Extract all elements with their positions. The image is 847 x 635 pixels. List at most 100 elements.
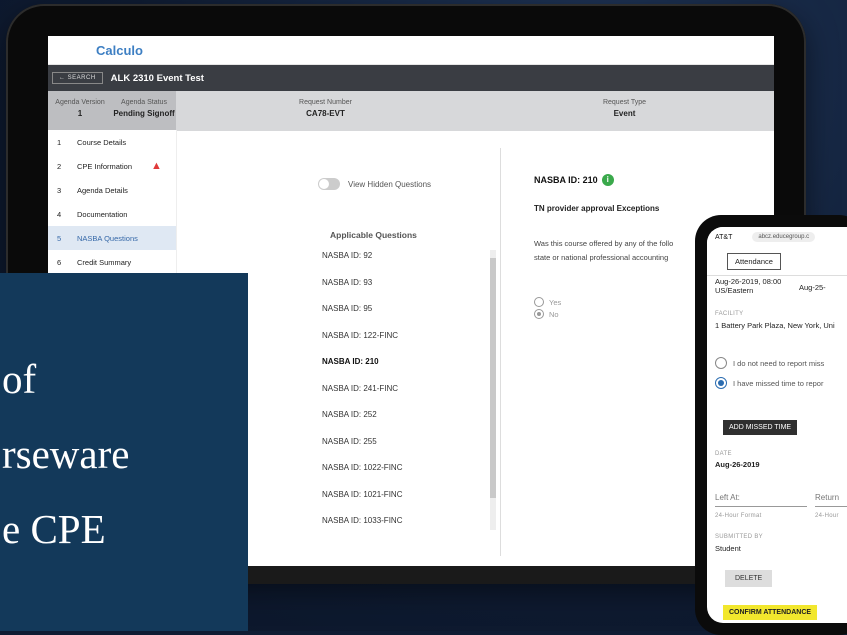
detail-subtitle: TN provider approval Exceptions: [534, 204, 660, 213]
session-datetime: Aug-26-2019, 08:00 US/Eastern: [715, 277, 781, 295]
info-bar: Agenda Version 1 Agenda Status Pending S…: [48, 91, 774, 131]
facility-label: FACILITY: [715, 311, 744, 317]
sidebar-item-credit-summary[interactable]: 6 Credit Summary: [48, 250, 176, 274]
request-type: Request Type Event: [475, 91, 774, 131]
sidebar-item-label: Credit Summary: [77, 257, 132, 267]
radio-label: No: [549, 309, 559, 319]
promo-overlay: of rseware e CPE: [0, 273, 248, 631]
carrier-label: AT&T: [715, 233, 733, 241]
agenda-status-label: Agenda Status: [121, 99, 167, 106]
sidebar-item-course-details[interactable]: 1 Course Details: [48, 130, 176, 154]
left-at-field[interactable]: Left At:: [715, 493, 740, 502]
sidebar-item-number: 4: [57, 209, 62, 219]
request-type-label: Request Type: [602, 99, 647, 106]
agenda-status-value: Pending Signoff: [113, 109, 175, 118]
sidebar-item-label: NASBA Questions: [77, 233, 138, 243]
add-missed-time-button[interactable]: ADD MISSED TIME: [723, 420, 798, 435]
questions-list: NASBA ID: 92 NASBA ID: 93 NASBA ID: 95 N…: [322, 251, 402, 543]
radio-no[interactable]: No: [534, 308, 561, 320]
sidebar-item-number: 3: [57, 185, 62, 195]
sidebar-item-agenda-details[interactable]: 3 Agenda Details: [48, 178, 176, 202]
radio-yes[interactable]: Yes: [534, 296, 561, 308]
radio-label: I do not need to report miss: [733, 358, 825, 368]
app-topbar: Calculo: [48, 36, 774, 65]
question-item[interactable]: NASBA ID: 255: [322, 437, 402, 464]
back-search-button[interactable]: ← SEARCH: [52, 72, 103, 84]
radio-label: I have missed time to repor: [733, 378, 824, 388]
scrollbar-thumb[interactable]: [490, 258, 496, 498]
radio-circle-icon: [534, 297, 544, 307]
detail-title-text: NASBA ID: 210: [534, 175, 598, 185]
delete-button[interactable]: DELETE: [725, 570, 773, 587]
date-value: Aug-26-2019: [715, 460, 760, 469]
sidebar-item-number: 2: [57, 161, 62, 171]
question-item[interactable]: NASBA ID: 252: [322, 410, 402, 437]
date-label: DATE: [715, 451, 732, 457]
sidebar-item-label: CPE Information: [77, 161, 133, 171]
question-item[interactable]: NASBA ID: 1022-FINC: [322, 463, 402, 490]
question-item[interactable]: NASBA ID: 241-FINC: [322, 384, 402, 411]
request-number-label: Request Number: [299, 99, 352, 106]
sidebar-item-cpe-information[interactable]: 2 CPE Information ▲: [48, 154, 176, 178]
radio-circle-icon: [715, 357, 727, 369]
app-logo[interactable]: Calculo: [96, 43, 143, 58]
radio-no-missed-time[interactable]: I do not need to report miss: [715, 357, 824, 369]
question-item-selected[interactable]: NASBA ID: 210: [322, 357, 402, 384]
radio-missed-time[interactable]: I have missed time to repor: [715, 377, 823, 389]
format-hint: 24-Hour Format: [715, 513, 762, 519]
confirm-attendance-button[interactable]: CONFIRM ATTENDANCE: [723, 605, 818, 620]
end-date: Aug-25-: [799, 283, 826, 292]
warning-icon: ▲: [151, 160, 162, 172]
hidden-questions-toggle[interactable]: [318, 178, 340, 190]
phone-status-bar: AT&T abcz.educegroup.c: [707, 227, 847, 247]
sidebar-item-label: Documentation: [77, 209, 128, 219]
phone-screen: AT&T abcz.educegroup.c Attendance Aug-26…: [707, 227, 847, 623]
phone-frame: AT&T abcz.educegroup.c Attendance Aug-26…: [695, 215, 847, 635]
agenda-version-value: 1: [77, 109, 83, 118]
request-number: Request Number CA78-EVT: [176, 91, 475, 131]
timezone-line: US/Eastern: [715, 286, 754, 295]
promo-text-line: of: [2, 356, 37, 402]
toggle-label: View Hidden Questions: [348, 179, 432, 189]
main-content: View Hidden Questions Applicable Questio…: [188, 148, 764, 556]
agenda-version-label: Agenda Version: [55, 99, 105, 106]
sidebar-item-label: Course Details: [77, 137, 127, 147]
question-item[interactable]: NASBA ID: 95: [322, 304, 402, 331]
submitted-by-label: SUBMITTED BY: [715, 534, 763, 540]
format-hint: 24-Hour: [815, 513, 839, 519]
question-item[interactable]: NASBA ID: 93: [322, 278, 402, 305]
attendance-tab[interactable]: Attendance: [727, 252, 781, 270]
return-underline: [815, 506, 847, 507]
radio-selected-icon: [715, 377, 727, 389]
question-item[interactable]: NASBA ID: 1021-FINC: [322, 490, 402, 517]
detail-title: NASBA ID: 210 i: [534, 174, 614, 186]
agenda-status: Agenda Status Pending Signoff: [112, 91, 176, 131]
facility-value: 1 Battery Park Plaza, New York, Uni: [715, 321, 835, 330]
promo-text-line: rseware: [2, 431, 130, 477]
radio-selected-icon: [534, 309, 544, 319]
promo-text-line: e CPE: [2, 506, 106, 552]
request-number-value: CA78-EVT: [306, 109, 345, 118]
return-field[interactable]: Return: [815, 493, 839, 502]
applicable-questions-heading: Applicable Questions: [330, 230, 417, 240]
hidden-questions-toggle-row: View Hidden Questions: [318, 178, 431, 190]
event-title: ALK 2310 Event Test: [110, 72, 204, 84]
answer-radio-group: Yes No: [534, 296, 561, 320]
sidebar-item-number: 1: [57, 137, 62, 147]
left-at-underline: [715, 506, 807, 507]
info-icon[interactable]: i: [601, 174, 614, 186]
submitted-by-value: Student: [715, 544, 741, 553]
agenda-version: Agenda Version 1: [48, 91, 112, 131]
datetime-line: Aug-26-2019, 08:00: [715, 277, 782, 286]
question-item[interactable]: NASBA ID: 92: [322, 251, 402, 278]
sidebar-item-documentation[interactable]: 4 Documentation: [48, 202, 176, 226]
sidebar-item-nasba-questions[interactable]: 5 NASBA Questions: [48, 226, 176, 250]
question-item[interactable]: NASBA ID: 122-FINC: [322, 331, 402, 358]
questions-scrollbar[interactable]: [490, 250, 496, 530]
event-bar: ← SEARCH ALK 2310 Event Test: [48, 65, 774, 91]
request-type-value: Event: [613, 109, 636, 118]
sidebar-item-number: 5: [57, 233, 62, 243]
question-item[interactable]: NASBA ID: 1033-FINC: [322, 516, 402, 543]
radio-label: Yes: [549, 297, 562, 307]
url-bar[interactable]: abcz.educegroup.c: [752, 232, 816, 242]
